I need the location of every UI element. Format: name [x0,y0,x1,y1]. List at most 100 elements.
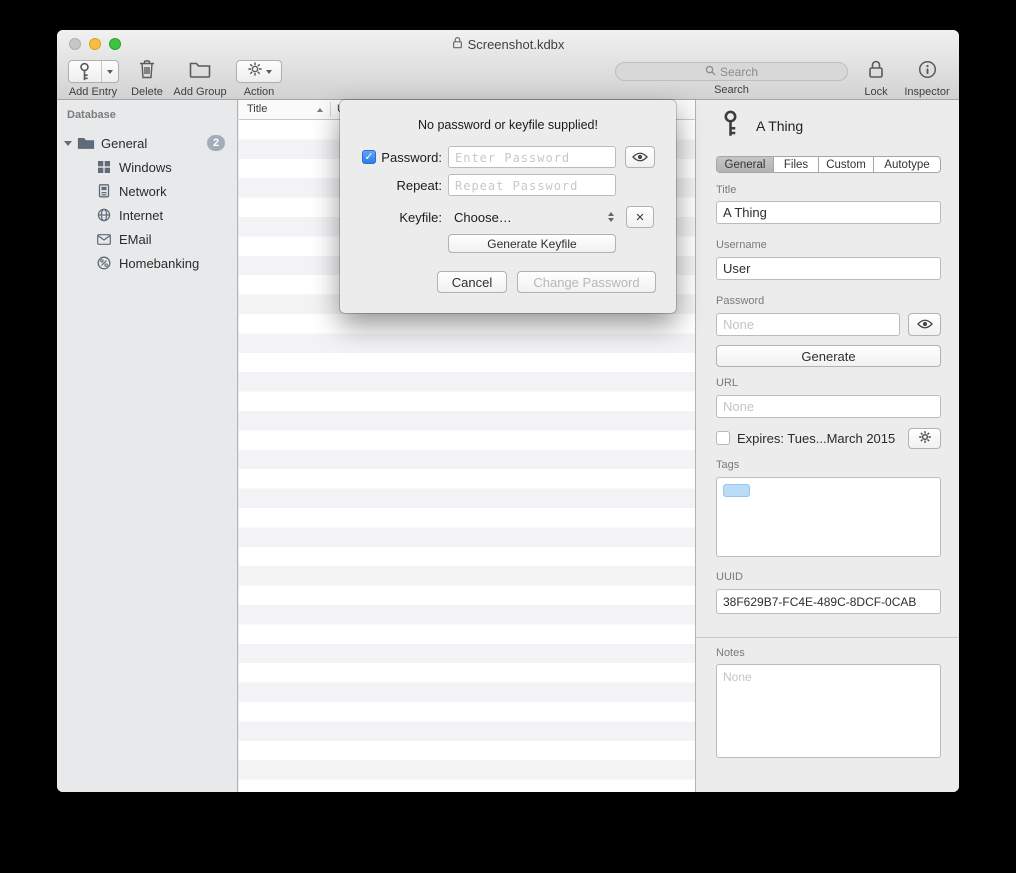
inspector-tabs: General Files Custom Autotype [716,156,941,173]
window-title-text: Screenshot.kdbx [468,37,565,52]
expires-checkbox[interactable] [716,431,730,445]
search-icon [705,65,716,79]
generate-button[interactable]: Generate [716,345,941,367]
entry-title: A Thing [756,118,803,134]
notes-placeholder: None [723,670,752,684]
cancel-button[interactable]: Cancel [437,271,507,293]
inspector-item: Inspector [900,60,954,98]
sidebar-header: Database [67,109,237,121]
add-group-item: Add Group [169,60,231,98]
section-divider [696,637,959,638]
entry-count-badge: 2 [207,135,225,151]
window-title: Screenshot.kdbx [57,36,959,52]
inspector-button[interactable] [914,60,941,83]
dialog-keyfile-label: Keyfile: [376,210,442,225]
title-label: Title [716,184,736,196]
sidebar-item-label: EMail [119,232,237,247]
keyfile-select[interactable]: Choose… [448,206,616,228]
sidebar-item-windows[interactable]: Windows [57,155,237,179]
keyfile-selected-value: Choose… [448,210,608,225]
lock-icon [868,59,884,84]
delete-button[interactable] [135,60,159,83]
sidebar-item-label: Homebanking [119,256,237,271]
tab-autotype[interactable]: Autotype [874,157,940,172]
add-entry-item: Add Entry [65,60,121,98]
tags-label: Tags [716,459,739,471]
add-entry-label: Add Entry [69,86,117,98]
generate-keyfile-button[interactable]: Generate Keyfile [448,234,616,253]
dialog-repeat-input[interactable] [448,174,616,196]
url-field[interactable] [716,395,941,418]
envelope-icon [95,234,113,245]
lock-item: Lock [857,60,895,98]
search-placeholder: Search [720,65,758,79]
uuid-label: UUID [716,571,743,583]
eye-icon [632,150,648,165]
inspector-panel: A Thing General Files Custom Autotype Ti… [695,100,959,792]
uuid-field[interactable] [716,589,941,614]
window-chrome: Screenshot.kdbx Add Entry Delete [57,30,959,100]
dialog-repeat-label: Repeat: [376,178,442,193]
tab-files[interactable]: Files [774,157,819,172]
sort-ascending-icon [317,108,323,112]
search-item: Search Search [615,62,848,96]
sidebar-item-email[interactable]: EMail [57,227,237,251]
sidebar-item-homebanking[interactable]: Homebanking [57,251,237,275]
dialog-password-input[interactable] [448,146,616,168]
add-entry-dropdown[interactable] [102,61,118,82]
tags-field[interactable] [716,477,941,557]
close-icon: × [636,209,645,226]
folder-icon [77,136,95,150]
password-checkbox[interactable]: ✓ [362,150,376,164]
add-group-button[interactable] [185,60,215,83]
sidebar-item-label: General [101,136,207,151]
notes-field[interactable]: None [716,664,941,758]
clear-keyfile-button[interactable]: × [626,206,654,228]
dialog-reveal-password-button[interactable] [625,146,655,168]
document-lock-icon [452,36,463,52]
username-label: Username [716,239,767,251]
notes-label: Notes [716,647,745,659]
sidebar-item-label: Internet [119,208,237,223]
dialog-message: No password or keyfile supplied! [340,118,676,132]
sidebar-item-internet[interactable]: Internet [57,203,237,227]
sidebar-item-general[interactable]: General 2 [57,131,237,155]
column-header-title[interactable]: Title [247,103,267,115]
eye-icon [917,317,933,332]
password-field[interactable] [716,313,900,336]
action-button[interactable] [236,60,282,83]
expires-settings-button[interactable] [908,428,941,449]
gear-icon [918,430,932,447]
action-label: Action [244,86,275,98]
password-label: Password [716,295,764,307]
tab-custom[interactable]: Custom [819,157,874,172]
sidebar-item-label: Network [119,184,237,199]
globe-icon [95,208,113,222]
search-input[interactable]: Search [615,62,848,81]
reveal-password-button[interactable] [908,313,941,336]
tab-general[interactable]: General [717,157,774,172]
stepper-icon [608,212,614,222]
lock-button[interactable] [864,60,888,83]
check-icon: ✓ [364,151,373,163]
add-entry-button[interactable] [68,60,119,83]
info-icon [918,60,937,84]
trash-icon [139,59,155,84]
banking-icon [95,256,113,270]
tag-token[interactable] [723,484,750,497]
title-field[interactable] [716,201,941,224]
disclosure-triangle-icon[interactable] [64,141,72,146]
change-password-dialog: No password or keyfile supplied! ✓ Passw… [340,100,676,313]
column-separator[interactable] [330,102,331,117]
search-label: Search [714,84,749,96]
expires-label: Expires: Tues...March 2015 [737,431,895,446]
lock-label: Lock [864,86,887,98]
sidebar-item-label: Windows [119,160,237,175]
change-password-button[interactable]: Change Password [517,271,656,293]
chevron-down-icon [266,70,272,74]
add-group-label: Add Group [173,86,226,98]
username-field[interactable] [716,257,941,280]
key-icon[interactable] [69,61,102,82]
delete-label: Delete [131,86,163,98]
sidebar-item-network[interactable]: Network [57,179,237,203]
